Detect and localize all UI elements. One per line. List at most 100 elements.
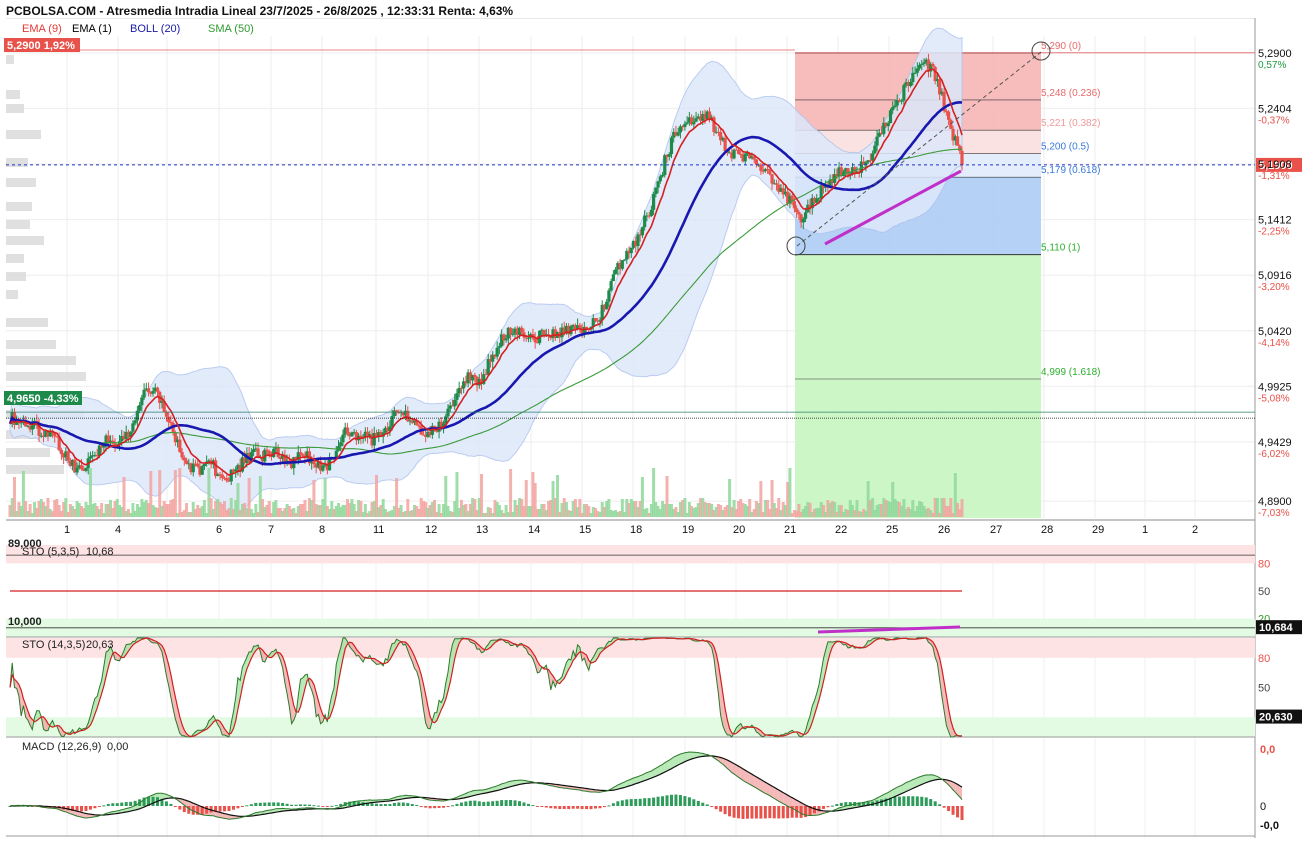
candle-body[interactable]: [417, 425, 420, 426]
candle-body[interactable]: [31, 425, 34, 429]
candle-body[interactable]: [911, 73, 914, 82]
candle-body[interactable]: [605, 302, 608, 310]
candle-body[interactable]: [663, 155, 666, 175]
candle-body[interactable]: [268, 451, 271, 454]
candle-body[interactable]: [277, 447, 280, 457]
candle-body[interactable]: [455, 393, 458, 400]
candle-body[interactable]: [920, 64, 923, 65]
candle-body[interactable]: [909, 82, 912, 86]
candle-body[interactable]: [610, 281, 613, 290]
candle-body[interactable]: [960, 151, 963, 165]
candle-body[interactable]: [301, 454, 304, 456]
candle-body[interactable]: [949, 120, 952, 129]
candle-body[interactable]: [913, 73, 916, 74]
candle-body[interactable]: [520, 328, 523, 333]
candle-body[interactable]: [916, 68, 919, 72]
candle-body[interactable]: [775, 183, 778, 184]
candle-body[interactable]: [654, 188, 657, 194]
candle-body[interactable]: [196, 464, 199, 467]
candle-body[interactable]: [891, 107, 894, 110]
candle-body[interactable]: [650, 210, 653, 216]
candle-body[interactable]: [893, 106, 896, 107]
candle-body[interactable]: [178, 440, 181, 452]
candle-body[interactable]: [686, 122, 689, 123]
candle-body[interactable]: [864, 162, 867, 164]
candle-body[interactable]: [873, 146, 876, 154]
candle-body[interactable]: [766, 169, 769, 170]
candle-body[interactable]: [156, 388, 159, 392]
candle-body[interactable]: [795, 208, 798, 212]
candle-body[interactable]: [169, 422, 172, 423]
candle-body[interactable]: [147, 388, 150, 392]
candle-body[interactable]: [140, 398, 143, 406]
candle-body[interactable]: [900, 101, 903, 102]
candle-body[interactable]: [759, 165, 762, 171]
candle-body[interactable]: [84, 468, 87, 471]
candle-body[interactable]: [183, 458, 186, 461]
candle-body[interactable]: [151, 391, 154, 394]
candle-body[interactable]: [656, 181, 659, 187]
candle-body[interactable]: [60, 450, 63, 454]
candle-body[interactable]: [869, 160, 872, 161]
candle-body[interactable]: [875, 137, 878, 146]
candle-body[interactable]: [621, 260, 624, 269]
candle-body[interactable]: [694, 118, 697, 121]
candle-body[interactable]: [802, 219, 805, 223]
candle-body[interactable]: [221, 475, 224, 478]
candle-body[interactable]: [768, 170, 771, 174]
candle-body[interactable]: [692, 122, 695, 125]
candle-body[interactable]: [594, 318, 597, 320]
candle-body[interactable]: [299, 452, 302, 454]
candle-body[interactable]: [643, 216, 646, 228]
candle-body[interactable]: [473, 375, 476, 377]
candle-body[interactable]: [505, 338, 508, 340]
candle-body[interactable]: [180, 452, 183, 458]
candle-body[interactable]: [737, 150, 740, 154]
candle-body[interactable]: [201, 466, 204, 475]
candle-body[interactable]: [134, 420, 137, 423]
candle-body[interactable]: [887, 123, 890, 126]
candle-body[interactable]: [498, 346, 501, 348]
candle-body[interactable]: [670, 138, 673, 154]
candle-body[interactable]: [496, 348, 499, 357]
candle-body[interactable]: [677, 132, 680, 135]
candle-body[interactable]: [922, 62, 925, 63]
candle-body[interactable]: [612, 274, 615, 281]
candle-body[interactable]: [755, 159, 758, 164]
candle-body[interactable]: [341, 435, 344, 443]
candle-body[interactable]: [138, 405, 141, 411]
candle-body[interactable]: [607, 290, 610, 301]
candle-body[interactable]: [659, 176, 662, 181]
candle-body[interactable]: [165, 412, 168, 417]
candle-body[interactable]: [641, 227, 644, 235]
candle-body[interactable]: [871, 153, 874, 160]
candle-body[interactable]: [614, 270, 617, 275]
candle-body[interactable]: [578, 325, 581, 327]
candle-body[interactable]: [89, 456, 92, 458]
candle-body[interactable]: [446, 409, 449, 417]
candle-body[interactable]: [947, 112, 950, 120]
candle-body[interactable]: [724, 138, 727, 151]
candle-body[interactable]: [652, 194, 655, 210]
candle-body[interactable]: [391, 416, 394, 426]
candle-body[interactable]: [918, 65, 921, 69]
candle-body[interactable]: [80, 465, 83, 469]
candle-body[interactable]: [265, 450, 268, 451]
candle-body[interactable]: [817, 198, 820, 199]
candle-body[interactable]: [661, 175, 664, 176]
candle-body[interactable]: [732, 150, 735, 159]
candle-body[interactable]: [770, 174, 773, 183]
candle-body[interactable]: [346, 427, 349, 433]
candle-body[interactable]: [192, 464, 195, 473]
candle-body[interactable]: [225, 478, 228, 481]
price-chart[interactable]: PCBOLSA.COM - Atresmedia Intradia Lineal…: [0, 0, 1310, 842]
candle-body[interactable]: [630, 248, 633, 253]
candle-body[interactable]: [956, 136, 959, 145]
candle-body[interactable]: [131, 423, 134, 431]
candle-body[interactable]: [931, 64, 934, 67]
candle-body[interactable]: [339, 442, 342, 446]
candle-body[interactable]: [668, 154, 671, 157]
candle-body[interactable]: [321, 466, 324, 471]
candle-body[interactable]: [958, 146, 961, 151]
candle-body[interactable]: [636, 234, 639, 246]
